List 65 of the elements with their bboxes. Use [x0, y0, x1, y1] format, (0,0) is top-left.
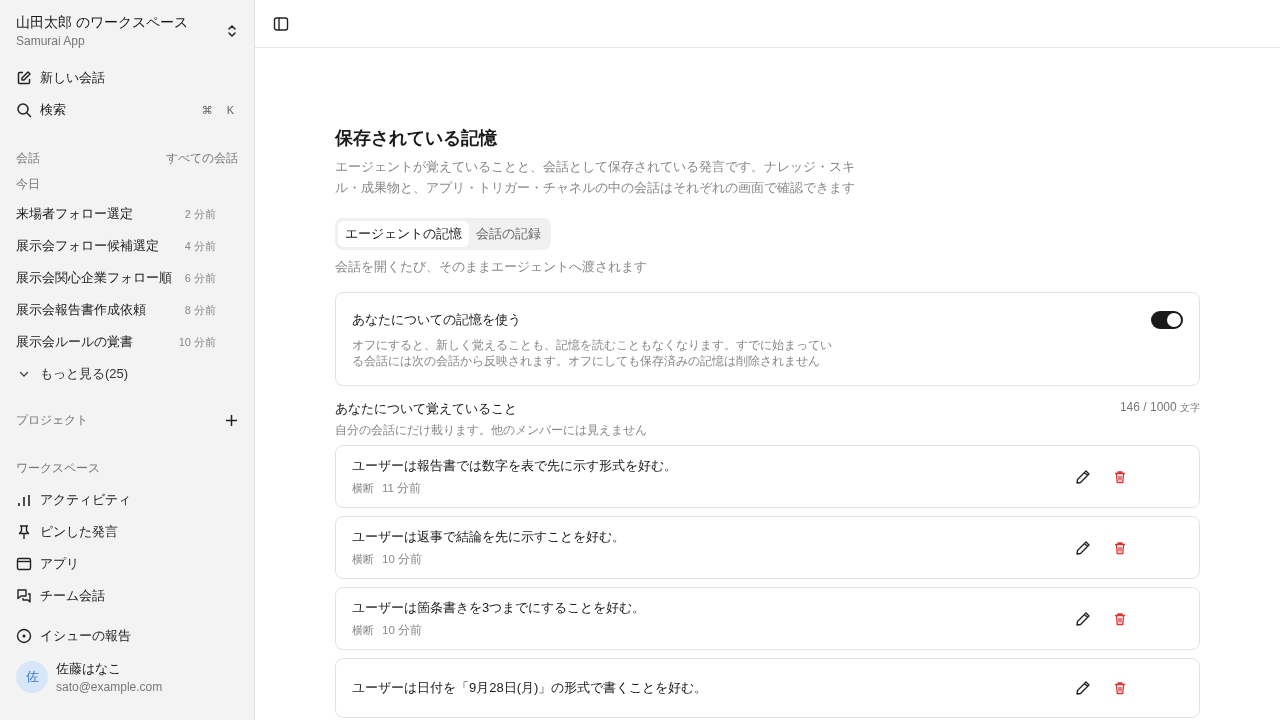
conversation-item[interactable]: 展示会ルールの覚書 10 分前 — [16, 326, 216, 358]
nav-item[interactable]: 検索 ⌘ K — [16, 94, 238, 126]
section-subtitle: 自分の会話にだけ載ります。他のメンバーには見えません — [335, 422, 647, 439]
shortcut-key: K — [226, 103, 234, 117]
edit-icon[interactable] — [1075, 610, 1091, 627]
page-description: エージェントが覚えていることと、会話として保存されている発言です。ナレッジ・スキル・成果物と、アプリ・トリガー・チャネルの中の会話はそれぞれの画面で確認できます — [335, 158, 856, 197]
delete-icon[interactable] — [1113, 469, 1127, 484]
memory-time: 10 分前 — [382, 623, 422, 638]
memory-text: ユーザーは返事で結論を先に示すことを好む。 — [352, 528, 626, 546]
user-email: sato@example.com — [56, 680, 163, 694]
pin-icon — [16, 524, 32, 540]
group-label: 今日 — [16, 175, 41, 193]
user-avatar[interactable]: 佐 — [16, 661, 48, 693]
report-issue-button[interactable]: イシューの報告 — [16, 620, 238, 652]
nav-item[interactable]: 新しい会話 — [16, 62, 238, 94]
bar-chart-icon — [16, 492, 32, 508]
section-heading: ワークスペース — [16, 459, 101, 477]
memory-text: ユーザーは報告書では数字を表で先に示す形式を好む。 — [352, 457, 678, 475]
shortcut-key: ⌘ — [201, 103, 213, 117]
conversation-item[interactable]: 展示会フォロー候補選定 4 分前 — [16, 230, 216, 262]
compose-icon — [16, 70, 32, 86]
nav-item[interactable]: アクティビティ — [16, 484, 238, 516]
tab-hint: 会話を開くたび、そのままエージェントへ渡されます — [335, 258, 648, 276]
edit-icon[interactable] — [1075, 468, 1091, 485]
memory-time: 11 分前 — [382, 481, 422, 496]
chat-bubbles-icon — [16, 588, 32, 604]
nav-item[interactable]: チーム会話 — [16, 580, 238, 612]
delete-icon[interactable] — [1113, 540, 1127, 555]
workspace-subtitle: Samurai App — [16, 34, 86, 48]
count-unit: 文字 — [1180, 402, 1200, 413]
edit-icon[interactable] — [1075, 539, 1091, 556]
section-title: あなたについて覚えていること — [335, 400, 518, 418]
workspace-name: 山田太郎 のワークスペース — [16, 14, 188, 32]
show-more-button[interactable]: もっと見る(25) — [16, 358, 238, 390]
plus-icon[interactable] — [225, 413, 238, 427]
edit-icon[interactable] — [1075, 680, 1091, 696]
nav-item[interactable]: ピンした発言 — [16, 516, 238, 548]
all-conversations-link[interactable]: すべての会話 — [166, 149, 238, 167]
chevrons-icon[interactable] — [226, 23, 238, 39]
conversation-item[interactable]: 来場者フォロー選定 2 分前 — [16, 198, 216, 230]
search-icon — [16, 102, 32, 118]
section-heading: 会話 — [16, 149, 40, 167]
memory-scope: 横断 — [352, 481, 374, 496]
setting-title: あなたについての記憶を使う — [352, 311, 522, 329]
nav-item[interactable]: アプリ — [16, 548, 238, 580]
tab[interactable]: エージェントの記憶 — [338, 221, 469, 247]
conversation-item[interactable]: 展示会報告書作成依頼 8 分前 — [16, 294, 216, 326]
conversation-item[interactable]: 展示会関心企業フォロー順 6 分前 — [16, 262, 216, 294]
window-icon — [16, 556, 32, 572]
memory-text: ユーザーは箇条書きを3つまでにすることを好む。 — [352, 599, 647, 617]
setting-description: オフにすると、新しく覚えることも、記憶を読むこともなくなります。すでに始まっている会話には次の会話から反映されます。オフにしても保存済みの記憶は削除されません — [352, 338, 832, 369]
tab[interactable]: 会話の記録 — [469, 221, 548, 247]
delete-icon[interactable] — [1113, 681, 1127, 695]
toggle-switch[interactable] — [1151, 311, 1183, 329]
memory-time: 10 分前 — [382, 552, 422, 567]
user-name: 佐藤はなこ — [56, 660, 122, 678]
memory-text: ユーザーは日付を「9月28日(月)」の形式で書くことを好む。 — [352, 679, 709, 697]
delete-icon[interactable] — [1113, 611, 1127, 626]
target-icon — [16, 628, 32, 644]
section-heading: プロジェクト — [16, 411, 88, 429]
sidebar-toggle-icon[interactable] — [273, 15, 289, 32]
character-count: 146 / 1000 — [1119, 400, 1177, 414]
memory-scope: 横断 — [352, 623, 374, 638]
page-title: 保存されている記憶 — [335, 127, 498, 150]
memory-scope: 横断 — [352, 552, 374, 567]
